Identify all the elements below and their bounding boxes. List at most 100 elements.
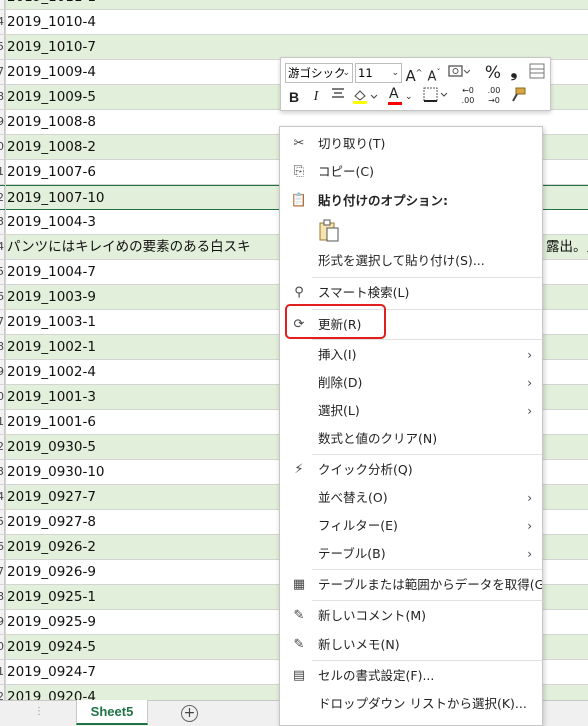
chevron-down-icon: ⌄ <box>391 68 399 78</box>
cell-value[interactable]: 2019_1008-2 <box>7 135 96 159</box>
menu-item-insert[interactable]: 挿入(I) › <box>280 341 542 369</box>
menu-item-label: コピー(C) <box>318 164 374 179</box>
shrink-font-button[interactable]: Aˇ <box>426 63 442 84</box>
cell-value[interactable]: 2019_1007-6 <box>7 160 96 184</box>
comma-style-button[interactable]: ❟ <box>507 62 521 82</box>
row-number: 4 <box>0 10 4 34</box>
menu-item-table[interactable]: テーブル(B) › <box>280 540 542 568</box>
menu-item-new-note[interactable]: ✎ 新しいメモ(N) <box>280 631 542 659</box>
cell-value[interactable]: 2019_1008-8 <box>7 110 96 134</box>
cell-value[interactable]: 2019_0924-5 <box>7 635 96 659</box>
menu-item-delete[interactable]: 削除(D) › <box>280 369 542 397</box>
cell-value[interactable]: 2019_1004-3 <box>7 210 96 234</box>
tab-scroll-dots[interactable]: ⋮ <box>34 706 45 717</box>
cell-value[interactable]: 2019_1007-10 <box>7 186 105 210</box>
copy-icon: ⎘ <box>293 164 305 179</box>
menu-item-new-comment[interactable]: ✎ 新しいコメント(M) <box>280 602 542 630</box>
align-center-icon <box>332 88 344 98</box>
font-size-value: 11 <box>358 66 373 80</box>
menu-item-select[interactable]: 選択(L) › <box>280 397 542 425</box>
paste-icon: 📋 <box>290 193 308 208</box>
menu-item-smart-lookup[interactable]: ⚲ スマート検索(L) <box>280 279 542 307</box>
menu-item-label: スマート検索(L) <box>318 285 410 300</box>
cell-value[interactable]: パンツにはキレイめの要素のある白スキ <box>7 235 251 259</box>
context-menu: ✂ 切り取り(T) ⎘ コピー(C) 📋 貼り付けのオプション: 形式を選択して貼り付け(S… <box>279 126 543 726</box>
font-size-select[interactable]: 11 ⌄ <box>355 63 402 83</box>
cell-value[interactable]: 2019_1001-6 <box>7 410 96 434</box>
menu-item-sort[interactable]: 並べ替え(O) › <box>280 484 542 512</box>
format-painter-button[interactable] <box>509 87 527 107</box>
accounting-format-icon <box>448 65 471 77</box>
menu-item-format-cells[interactable]: ▤ セルの書式設定(F)... <box>280 662 542 690</box>
row-number: 8 <box>0 585 4 609</box>
menu-item-quick-analysis[interactable]: ⚡ クイック分析(Q) <box>280 456 542 484</box>
row-number: 6 <box>0 285 4 309</box>
menu-item-filter[interactable]: フィルター(E) › <box>280 512 542 540</box>
row-number: 5 <box>0 35 4 59</box>
menu-item-clear-contents[interactable]: 数式と値のクリア(N) <box>280 425 542 453</box>
cell-value[interactable]: 2019_1003-1 <box>7 310 96 334</box>
cell-value[interactable]: 2019_1009-5 <box>7 85 96 109</box>
cell-value[interactable]: 2019_0925-9 <box>7 610 96 634</box>
italic-button[interactable]: I <box>309 87 323 107</box>
cell-value[interactable]: 2019_1002-4 <box>7 360 96 384</box>
row-number: 9 <box>0 610 4 634</box>
cell-value[interactable]: 2019_1004-7 <box>7 260 96 284</box>
font-name-select[interactable]: 游ゴシック ⌄ <box>285 63 353 83</box>
sheet-tab-sheet5[interactable]: Sheet5 <box>76 700 148 725</box>
decrease-decimal-label: .00 →0 <box>487 86 501 105</box>
row-number: 1 <box>0 660 4 684</box>
row-number: 0 <box>0 635 4 659</box>
increase-decimal-button[interactable]: ←0 .00 <box>457 86 479 106</box>
cell-value[interactable]: 2019_1010-7 <box>7 35 96 59</box>
chevron-right-icon: › <box>527 348 532 362</box>
borders-button[interactable] <box>423 87 449 107</box>
cell-overflow-text: 露出。足 <box>546 239 588 255</box>
table-icon: ▦ <box>292 577 306 592</box>
menu-item-label: ドロップダウン リストから選択(K)... <box>318 696 527 711</box>
fill-color-button[interactable] <box>351 87 379 107</box>
grow-font-button[interactable]: A^ <box>405 63 423 85</box>
cell-value[interactable]: 2019_0930-10 <box>7 460 105 484</box>
cell-value[interactable]: 2019_0926-2 <box>7 535 96 559</box>
row-number: 3 <box>0 0 4 9</box>
percent-button[interactable]: % <box>484 63 502 83</box>
cell-value[interactable]: 2019_0927-7 <box>7 485 96 509</box>
format-grid-icon <box>529 63 545 79</box>
cell-value[interactable]: 2019_1002-1 <box>7 335 96 359</box>
row-number: 3 <box>0 460 4 484</box>
align-center-button[interactable] <box>329 87 347 107</box>
menu-item-cut[interactable]: ✂ 切り取り(T) <box>280 130 542 158</box>
cell-value[interactable]: 2019_0924-7 <box>7 660 96 684</box>
menu-item-pick-from-dropdown[interactable]: ドロップダウン リストから選択(K)... <box>280 690 542 718</box>
menu-item-label: セルの書式設定(F)... <box>318 668 435 683</box>
cell-value[interactable]: 2019_0920-4 <box>7 685 96 700</box>
format-painter-grid-button[interactable] <box>528 63 546 83</box>
add-sheet-button[interactable]: + <box>181 705 198 722</box>
menu-item-label: 挿入(I) <box>318 347 357 362</box>
menu-item-paste-special[interactable]: 形式を選択して貼り付け(S)... <box>280 247 542 275</box>
cell-value[interactable]: 2019_1010-4 <box>7 10 96 34</box>
cell-value[interactable]: 2019_1003-9 <box>7 285 96 309</box>
cell-value[interactable]: 2019_1009-4 <box>7 60 96 84</box>
cell-value[interactable]: 2019_0927-8 <box>7 510 96 534</box>
cell-value[interactable]: 2019_1011-1 <box>7 0 96 9</box>
cell-value[interactable]: 2019_0930-5 <box>7 435 96 459</box>
paste-option-button[interactable] <box>318 219 340 243</box>
cell-value[interactable]: 2019_1001-3 <box>7 385 96 409</box>
chevron-down-icon: ⌄ <box>342 68 350 78</box>
table-row[interactable]: 42019_1010-4 <box>0 10 588 35</box>
row-number: 2 <box>0 685 4 700</box>
table-row[interactable]: 32019_1011-1 <box>0 0 588 10</box>
column-gridline <box>5 0 6 700</box>
cell-value[interactable]: 2019_0926-9 <box>7 560 96 584</box>
accounting-format-button[interactable] <box>446 63 472 83</box>
menu-item-get-data-from-table[interactable]: ▦ テーブルまたは範囲からデータを取得(G)... <box>280 571 542 599</box>
cell-value[interactable]: 2019_0925-1 <box>7 585 96 609</box>
row-number: 0 <box>0 135 4 159</box>
font-color-button[interactable]: A ⌄ <box>387 86 415 107</box>
decrease-decimal-button[interactable]: .00 →0 <box>483 86 505 106</box>
bold-button[interactable]: B <box>287 87 301 107</box>
row-number: 0 <box>0 385 4 409</box>
menu-item-copy[interactable]: ⎘ コピー(C) <box>280 158 542 186</box>
